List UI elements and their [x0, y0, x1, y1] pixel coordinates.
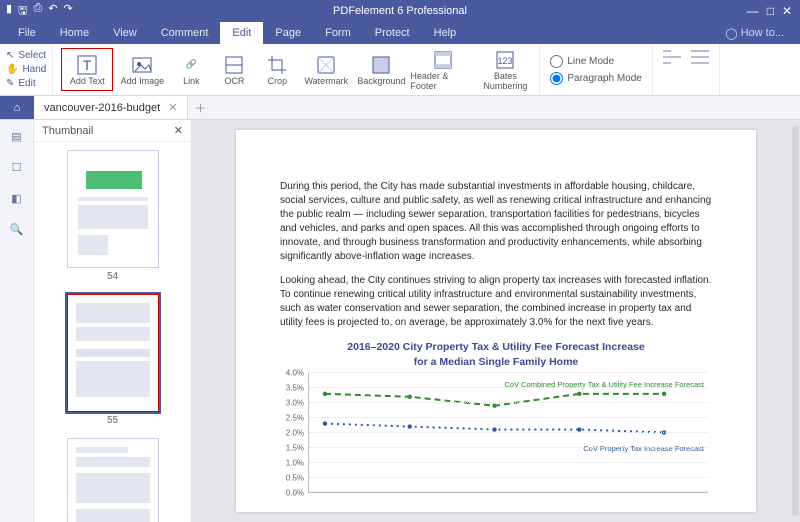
how-to-link[interactable]: ◯ How to...: [725, 22, 800, 44]
ribbon-quick-tools: ↖Select ✋Hand ✎Edit: [0, 44, 53, 95]
menu-bar: File Home View Comment Edit Page Form Pr…: [0, 22, 800, 44]
scrollbar[interactable]: [792, 126, 799, 516]
line-mode-radio[interactable]: Line Mode: [550, 55, 642, 68]
align-icon-2[interactable]: [689, 48, 711, 91]
menu-page[interactable]: Page: [263, 22, 313, 44]
document-tab[interactable]: vancouver-2016-budget ✕: [34, 96, 188, 119]
menu-view[interactable]: View: [101, 22, 149, 44]
thumbnail-panel: Thumbnail ✕ 54 55: [34, 120, 192, 522]
add-text-button[interactable]: TAdd Text: [61, 48, 113, 91]
chart: 0.0%0.5%1.0%1.5%2.0%2.5%3.0%3.5%4.0% CoV…: [308, 373, 708, 493]
thumbnail-panel-title: Thumbnail: [42, 125, 93, 137]
bates-button[interactable]: 123Bates Numbering: [479, 48, 531, 91]
bates-icon: 123: [494, 49, 516, 71]
maximize-button[interactable]: □: [767, 4, 774, 18]
close-tab-icon[interactable]: ✕: [168, 101, 177, 114]
document-tab-bar: ⌂ vancouver-2016-budget ✕ ＋: [0, 96, 800, 120]
align-icon-1[interactable]: [661, 48, 683, 91]
thumbnails-icon[interactable]: ▤: [11, 130, 21, 143]
lightbulb-icon: ◯: [725, 27, 737, 40]
menu-edit[interactable]: Edit: [220, 22, 263, 44]
watermark-button[interactable]: Watermark: [300, 48, 352, 91]
page-content: During this period, the City has made su…: [236, 130, 756, 512]
add-text-icon: T: [76, 54, 98, 76]
menu-form[interactable]: Form: [313, 22, 363, 44]
menu-help[interactable]: Help: [422, 22, 469, 44]
crop-icon: [266, 54, 288, 76]
document-tab-label: vancouver-2016-budget: [44, 102, 160, 114]
ocr-icon: [223, 54, 245, 76]
window-title: PDFelement 6 Professional: [333, 5, 467, 17]
svg-text:123: 123: [498, 56, 513, 66]
left-rail: ▤ ☐ ◧ 🔍: [0, 120, 34, 522]
undo-icon[interactable]: ↶: [48, 2, 57, 21]
close-button[interactable]: ✕: [782, 4, 792, 18]
menu-file[interactable]: File: [6, 22, 48, 44]
thumbnail-page-number: 55: [107, 415, 118, 426]
link-button[interactable]: 🔗Link: [171, 48, 211, 91]
edit-tool[interactable]: ✎Edit: [6, 78, 46, 89]
paragraph: Looking ahead, the City continues strivi…: [280, 274, 712, 330]
redo-icon[interactable]: ↷: [63, 2, 72, 21]
attachment-icon[interactable]: ◧: [11, 192, 21, 205]
add-tab-button[interactable]: ＋: [188, 96, 212, 119]
thumbnail-page-number: 54: [107, 271, 118, 282]
hand-tool[interactable]: ✋Hand: [6, 64, 46, 75]
header-footer-icon: [432, 49, 454, 71]
hand-icon: ✋: [6, 64, 18, 75]
paragraph-mode-radio[interactable]: Paragraph Mode: [550, 72, 642, 85]
minimize-button[interactable]: —: [747, 4, 759, 18]
print-icon[interactable]: ⎙: [33, 2, 42, 21]
watermark-icon: [315, 54, 337, 76]
crop-button[interactable]: Crop: [257, 48, 297, 91]
image-icon: [131, 54, 153, 76]
ribbon: ↖Select ✋Hand ✎Edit TAdd Text Add Image …: [0, 44, 800, 96]
chart-legend-combined: CoV Combined Property Tax & Utility Fee …: [504, 381, 704, 390]
document-viewport[interactable]: During this period, the City has made su…: [192, 120, 800, 522]
home-icon[interactable]: ⌂: [0, 96, 34, 119]
menu-protect[interactable]: Protect: [363, 22, 422, 44]
background-button[interactable]: Background: [355, 48, 407, 91]
menu-comment[interactable]: Comment: [149, 22, 221, 44]
svg-text:T: T: [83, 57, 92, 73]
chart-title: 2016–2020 City Property Tax & Utility Fe…: [280, 340, 712, 369]
menu-home[interactable]: Home: [48, 22, 101, 44]
select-tool[interactable]: ↖Select: [6, 50, 46, 61]
thumbnail-item[interactable]: 54: [34, 150, 191, 282]
bookmark-icon[interactable]: ☐: [12, 161, 22, 174]
search-icon[interactable]: 🔍: [10, 223, 24, 236]
background-icon: [370, 54, 392, 76]
pencil-icon: ✎: [6, 78, 14, 89]
header-footer-button[interactable]: Header & Footer: [410, 48, 476, 91]
edit-mode-group: Line Mode Paragraph Mode: [540, 44, 653, 95]
add-image-button[interactable]: Add Image: [116, 48, 168, 91]
link-icon: 🔗: [180, 54, 202, 76]
cursor-icon: ↖: [6, 50, 14, 61]
paragraph: During this period, the City has made su…: [280, 180, 712, 264]
ocr-button[interactable]: OCR: [214, 48, 254, 91]
close-panel-icon[interactable]: ✕: [174, 124, 183, 137]
thumbnail-list[interactable]: 54 55 56: [34, 142, 191, 522]
thumbnail-item[interactable]: 55: [34, 294, 191, 426]
thumbnail-item[interactable]: 56: [34, 438, 191, 522]
save-icon[interactable]: 🖫: [18, 2, 27, 21]
app-logo-icon: ▮: [6, 2, 12, 21]
title-bar: ▮ 🖫 ⎙ ↶ ↷ PDFelement 6 Professional — □ …: [0, 0, 800, 22]
work-area: ▤ ☐ ◧ 🔍 Thumbnail ✕ 54: [0, 120, 800, 522]
